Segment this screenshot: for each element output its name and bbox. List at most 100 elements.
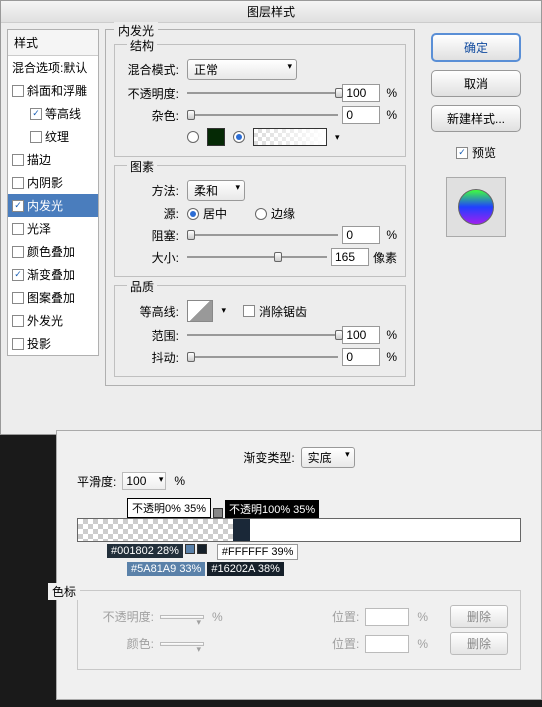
gradient-bar[interactable] bbox=[77, 518, 521, 542]
opacity-stop-right[interactable]: 不透明100% 35% bbox=[225, 500, 319, 518]
choke-label: 阻塞: bbox=[123, 227, 183, 244]
style-item-label: 内阴影 bbox=[27, 174, 63, 191]
size-unit: 像素 bbox=[373, 249, 397, 266]
style-checkbox[interactable] bbox=[12, 177, 24, 189]
stop-position-input[interactable] bbox=[365, 608, 409, 626]
jitter-input[interactable] bbox=[342, 348, 380, 366]
contour-picker[interactable] bbox=[187, 300, 213, 322]
size-input[interactable] bbox=[331, 248, 369, 266]
style-checkbox[interactable] bbox=[12, 338, 24, 350]
antialias-label: 消除锯齿 bbox=[259, 303, 307, 320]
blend-mode-label: 混合模式: bbox=[123, 61, 183, 78]
style-checkbox[interactable] bbox=[12, 246, 24, 258]
source-center-radio[interactable] bbox=[187, 208, 199, 220]
jitter-slider[interactable] bbox=[187, 350, 338, 364]
opacity-stop-marker[interactable] bbox=[213, 508, 223, 518]
opacity-stop-left[interactable]: 不透明0% 35% bbox=[127, 498, 211, 518]
antialias-checkbox[interactable] bbox=[243, 305, 255, 317]
style-item[interactable]: 斜面和浮雕 bbox=[8, 79, 98, 102]
style-checkbox[interactable] bbox=[12, 223, 24, 235]
contour-label: 等高线: bbox=[123, 303, 183, 320]
noise-slider[interactable] bbox=[187, 108, 338, 122]
style-item[interactable]: 外发光 bbox=[8, 309, 98, 332]
source-edge-radio[interactable] bbox=[255, 208, 267, 220]
color-stop-2[interactable]: #5A81A9 33% bbox=[127, 562, 205, 576]
structure-title: 结构 bbox=[127, 37, 157, 54]
solid-color-radio[interactable] bbox=[187, 131, 199, 143]
style-item[interactable]: 等高线 bbox=[8, 102, 98, 125]
style-checkbox[interactable] bbox=[12, 292, 24, 304]
method-label: 方法: bbox=[123, 182, 183, 199]
choke-slider[interactable] bbox=[187, 228, 338, 242]
stop-marker-icon[interactable] bbox=[185, 544, 195, 554]
style-item[interactable]: 投影 bbox=[8, 332, 98, 355]
style-item[interactable]: 图案叠加 bbox=[8, 286, 98, 309]
style-item-label: 纹理 bbox=[45, 128, 69, 145]
style-item[interactable]: 内阴影 bbox=[8, 171, 98, 194]
range-input[interactable] bbox=[342, 326, 380, 344]
gradient-swatch[interactable] bbox=[253, 128, 327, 146]
delete-opacity-stop-button[interactable]: 删除 bbox=[450, 605, 508, 628]
opacity-label: 不透明度: bbox=[123, 85, 183, 102]
style-item[interactable]: 内发光 bbox=[8, 194, 98, 217]
cancel-button[interactable]: 取消 bbox=[431, 70, 521, 97]
style-item[interactable]: 光泽 bbox=[8, 217, 98, 240]
jitter-label: 抖动: bbox=[123, 349, 183, 366]
style-checkbox[interactable] bbox=[12, 154, 24, 166]
style-item-label: 图案叠加 bbox=[27, 289, 75, 306]
blend-mode-select[interactable]: 正常 bbox=[187, 59, 297, 80]
opacity-slider[interactable] bbox=[187, 86, 338, 100]
style-item-label: 斜面和浮雕 bbox=[27, 82, 87, 99]
stop-marker-icon[interactable] bbox=[197, 544, 207, 554]
stop-color-position-input[interactable] bbox=[365, 635, 409, 653]
noise-input[interactable] bbox=[342, 106, 380, 124]
delete-color-stop-button[interactable]: 删除 bbox=[450, 632, 508, 655]
style-item-label: 光泽 bbox=[27, 220, 51, 237]
gradient-editor: 渐变类型: 实底 平滑度: 100 % 不透明0% 35% 不透明100% 35… bbox=[56, 430, 542, 700]
choke-input[interactable] bbox=[342, 226, 380, 244]
style-checkbox[interactable] bbox=[30, 131, 42, 143]
stop-opacity-label: 不透明度: bbox=[90, 608, 154, 625]
size-label: 大小: bbox=[123, 249, 183, 266]
style-item-label: 渐变叠加 bbox=[27, 266, 75, 283]
preview-checkbox[interactable] bbox=[456, 147, 468, 159]
style-item-label: 颜色叠加 bbox=[27, 243, 75, 260]
chevron-down-icon[interactable]: ▾ bbox=[335, 132, 340, 143]
stop-color-input[interactable] bbox=[160, 642, 204, 646]
smoothness-input[interactable]: 100 bbox=[122, 472, 166, 490]
style-item[interactable]: 渐变叠加 bbox=[8, 263, 98, 286]
range-label: 范围: bbox=[123, 327, 183, 344]
style-checkbox[interactable] bbox=[12, 315, 24, 327]
method-select[interactable]: 柔和 bbox=[187, 180, 245, 201]
gradient-type-select[interactable]: 实底 bbox=[301, 447, 355, 468]
style-checkbox[interactable] bbox=[12, 85, 24, 97]
new-style-button[interactable]: 新建样式... bbox=[431, 105, 521, 132]
style-checkbox[interactable] bbox=[30, 108, 42, 120]
blend-options-row[interactable]: 混合选项:默认 bbox=[8, 56, 98, 79]
dialog-title: 图层样式 bbox=[1, 1, 541, 23]
style-checkbox[interactable] bbox=[12, 269, 24, 281]
inner-glow-panel: 内发光 结构 混合模式: 正常 不透明度: % 杂色: bbox=[105, 29, 415, 390]
style-item[interactable]: 描边 bbox=[8, 148, 98, 171]
color-stop-4[interactable]: #FFFFFF 39% bbox=[217, 544, 299, 560]
noise-label: 杂色: bbox=[123, 107, 183, 124]
color-stop-1[interactable]: #001802 28% bbox=[107, 544, 183, 558]
style-checkbox[interactable] bbox=[12, 200, 24, 212]
style-item-label: 投影 bbox=[27, 335, 51, 352]
color-swatch[interactable] bbox=[207, 128, 225, 146]
gradient-radio[interactable] bbox=[233, 131, 245, 143]
quality-title: 品质 bbox=[127, 278, 157, 295]
opacity-input[interactable] bbox=[342, 84, 380, 102]
style-item[interactable]: 颜色叠加 bbox=[8, 240, 98, 263]
preview-label: 预览 bbox=[472, 144, 496, 161]
gradient-type-label: 渐变类型: bbox=[243, 449, 294, 466]
ok-button[interactable]: 确定 bbox=[431, 33, 521, 62]
smoothness-label: 平滑度: bbox=[77, 473, 116, 490]
color-stop-3[interactable]: #16202A 38% bbox=[207, 562, 284, 576]
style-item-label: 等高线 bbox=[45, 105, 81, 122]
stop-opacity-input[interactable] bbox=[160, 615, 204, 619]
size-slider[interactable] bbox=[187, 250, 327, 264]
styles-header: 样式 bbox=[8, 30, 98, 56]
range-slider[interactable] bbox=[187, 328, 338, 342]
style-item[interactable]: 纹理 bbox=[8, 125, 98, 148]
